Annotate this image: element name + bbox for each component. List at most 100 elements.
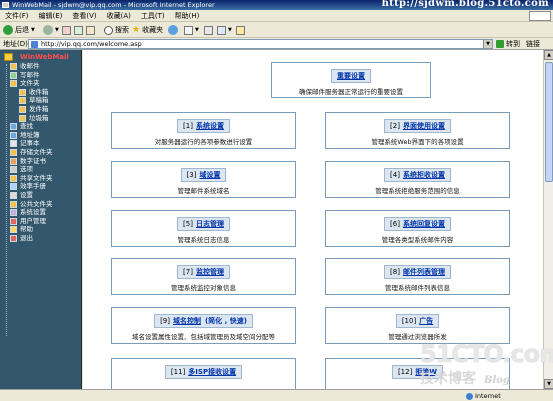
card-title-link[interactable]: 日志管理 <box>196 220 224 228</box>
status-bar: Internet <box>0 389 553 401</box>
card-title-link[interactable]: 邮件列表管理 <box>403 268 445 276</box>
toolbar: 后退 ▼ ▼ 搜索 ★ 收藏夹 ▼ ▼ <box>0 22 553 38</box>
scroll-up-button[interactable]: ▲ <box>544 50 553 60</box>
stop-icon <box>62 25 71 35</box>
sidebar-item[interactable]: 文件夹 <box>0 79 81 88</box>
sidebar-item[interactable]: 垃圾箱 <box>0 114 81 123</box>
history-button[interactable] <box>168 24 178 36</box>
sidebar-item-label: 公共文件夹 <box>20 199 53 208</box>
card-description: 管理系统日志信息 <box>177 236 230 244</box>
settings-card: [9] 域名控制 (简化 , 快速) 域名设置属性设置、包括域管理员及域空间分配等 <box>111 307 296 344</box>
home-button[interactable] <box>86 24 95 36</box>
menu-favorites[interactable]: 收藏(A) <box>102 10 136 22</box>
address-input[interactable]: http://vip.qq.com/welcome.asp ▼ <box>28 39 493 49</box>
ie-icon <box>2 2 9 8</box>
forward-button[interactable]: ▼ <box>43 24 59 36</box>
history-icon <box>168 25 178 35</box>
card-extra[interactable]: (简化 , 快速) <box>205 317 247 325</box>
print-button[interactable] <box>204 24 213 36</box>
edit-button[interactable]: ▼ <box>217 24 232 36</box>
card-title-link[interactable]: 系统拒收设置 <box>403 171 445 179</box>
scroll-down-button[interactable]: ▼ <box>544 379 553 389</box>
chevron-down-icon: ▼ <box>195 27 199 33</box>
favorites-button[interactable]: ★ 收藏夹 <box>132 24 163 36</box>
card-number: [11] <box>170 368 186 376</box>
settings-card: [5] 日志管理管理系统日志信息 <box>111 210 296 247</box>
card-description: 管理各类型系统邮件内容 <box>381 236 454 244</box>
card-title-link[interactable]: 域名控制 <box>173 317 201 325</box>
sidebar-item[interactable]: 设置 <box>0 191 81 200</box>
card-title-link[interactable]: 系统设置 <box>196 122 224 130</box>
menu-tools[interactable]: 工具(T) <box>136 10 170 22</box>
sidebar-item[interactable]: 写邮件 <box>0 71 81 80</box>
sidebar-item[interactable]: 发件箱 <box>0 105 81 114</box>
settings-card: [6] 系统回复设置管理各类型系统邮件内容 <box>325 210 510 247</box>
menu-view[interactable]: 查看(V) <box>67 10 101 22</box>
chevron-down-icon: ▼ <box>31 27 35 33</box>
card-number: [6] <box>390 220 400 228</box>
settings-card: [4] 系统拒收设置 管理系统拒绝服务范围的信息 <box>325 161 510 198</box>
card-title-link[interactable]: 界面使用设置 <box>403 122 445 130</box>
sidebar-item[interactable]: 存储文件夹 <box>0 148 81 157</box>
page-icon <box>31 41 38 48</box>
sidebar-item-label: 收邮件 <box>20 62 40 70</box>
address-dropdown[interactable]: ▼ <box>483 40 492 48</box>
sidebar-item[interactable]: 草稿箱 <box>0 96 81 105</box>
back-button[interactable]: 后退 ▼ <box>3 24 35 36</box>
site-watermark: 51CTO.com <box>420 340 553 368</box>
menu-help[interactable]: 帮助(H) <box>170 10 205 22</box>
links-button[interactable]: 链接 <box>526 38 540 50</box>
sidebar-item[interactable]: 数字证书 <box>0 157 81 166</box>
important-settings-link[interactable]: 重要设置 <box>337 72 365 80</box>
sidebar-item[interactable]: 退出 <box>0 234 81 243</box>
card-number: [3] <box>186 171 197 179</box>
refresh-icon <box>74 25 83 35</box>
refresh-button[interactable] <box>74 24 83 36</box>
sidebar-item[interactable]: 记事本 <box>0 139 81 148</box>
sidebar-item[interactable]: 地址簿 <box>0 131 81 140</box>
blog-watermark: http://sjdwm.blog.51cto.com <box>381 0 549 9</box>
sidebar-item-icon <box>10 174 17 182</box>
sidebar-item[interactable]: 用户管理 <box>0 217 81 226</box>
edit-icon <box>217 25 226 35</box>
go-button[interactable]: 转到 <box>496 39 520 49</box>
search-button[interactable]: 搜索 <box>104 24 129 36</box>
card-title-link[interactable]: 系统回复设置 <box>403 220 445 228</box>
sidebar-item-label: 设置 <box>20 190 33 199</box>
messenger-button[interactable] <box>236 24 245 36</box>
chevron-down-icon: ▼ <box>228 27 232 33</box>
sidebar-item[interactable]: 效率手册 <box>0 182 81 191</box>
card-title-link[interactable]: 监控管理 <box>196 268 224 276</box>
card-description: 管理系统监控对象信息 <box>171 284 236 292</box>
sidebar-item[interactable]: 公共文件夹 <box>0 200 81 209</box>
sidebar-item[interactable]: 查找 <box>0 122 81 131</box>
sidebar-item-label: 选项 <box>20 165 33 174</box>
folder-icon <box>236 25 245 35</box>
sidebar-item-icon <box>10 200 17 208</box>
sidebar-item-label: 草稿箱 <box>29 96 49 105</box>
sidebar-item[interactable]: 帮助 <box>0 225 81 234</box>
vertical-scrollbar[interactable]: ▲ ▼ <box>543 50 553 389</box>
card-title-link[interactable]: 广告 <box>419 317 433 325</box>
sidebar-item[interactable]: 收邮件 <box>0 62 81 71</box>
sidebar-item-icon <box>10 226 17 234</box>
menu-edit[interactable]: 编辑(E) <box>34 10 68 22</box>
sidebar-item-label: 数字证书 <box>20 156 46 165</box>
sidebar-item[interactable]: 系统设置 <box>0 208 81 217</box>
sidebar-item-label: 查找 <box>20 122 33 131</box>
mail-button[interactable]: ▼ <box>184 24 199 36</box>
go-arrow-icon <box>496 40 504 48</box>
card-title-link[interactable]: 多ISP接收设置 <box>188 368 236 376</box>
card-title-link[interactable]: 域设置 <box>199 171 220 179</box>
site-watermark-sub: 技术博客 Blog <box>420 368 510 388</box>
sidebar-item-label: 系统设置 <box>20 208 46 217</box>
settings-card: [3] 域设置 管理邮件系统域名 <box>111 161 296 198</box>
scroll-thumb[interactable] <box>545 62 553 182</box>
stop-button[interactable] <box>62 24 71 36</box>
mail-icon <box>184 25 193 35</box>
sidebar-item[interactable]: 选项 <box>0 165 81 174</box>
windows-logo-icon <box>529 11 551 21</box>
menu-file[interactable]: 文件(F) <box>0 10 34 22</box>
card-number: [9] <box>160 317 170 325</box>
card-number: [5] <box>183 220 193 228</box>
